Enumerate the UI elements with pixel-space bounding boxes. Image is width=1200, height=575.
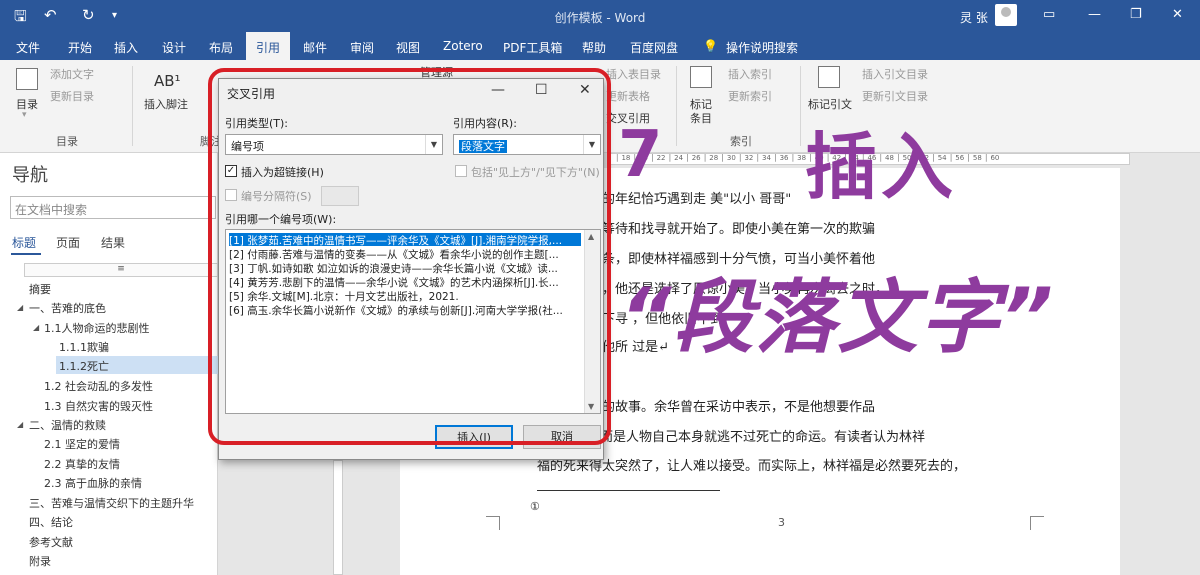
tab-mailings[interactable]: 邮件 [303, 39, 327, 56]
nav-tab-underline [11, 253, 41, 255]
nav-item[interactable]: 参考文献 [29, 534, 73, 550]
nav-item[interactable]: 2.3 高于血脉的亲情 [44, 475, 142, 491]
nav-item[interactable]: 一、苦难的底色 [29, 300, 106, 316]
collapse-triangle-icon[interactable]: ◢ [17, 303, 23, 312]
mark-citation-icon [818, 66, 840, 88]
ribbon-separator [676, 66, 677, 146]
update-toa-button[interactable]: 更新引文目录 [862, 88, 928, 104]
update-toc-button[interactable]: 更新目录 [50, 88, 94, 104]
doc-line: 而是人物自己本身就逃不过死亡的命运。有读者认为林祥 [600, 430, 926, 445]
crop-mark [1030, 516, 1044, 530]
tab-insert[interactable]: 插入 [114, 39, 138, 56]
restore-icon[interactable]: ❐ [1130, 7, 1142, 22]
nav-item[interactable]: 摘要 [29, 281, 51, 297]
close-icon[interactable]: ✕ [1172, 7, 1183, 22]
step-number: 7 [618, 118, 663, 192]
overlay-title-2: “段落文字” [620, 271, 1056, 364]
nav-item[interactable]: 1.1.1欺骗 [59, 339, 109, 355]
tab-file[interactable]: 文件 [16, 39, 40, 56]
collapse-handle[interactable]: ≡ [24, 263, 218, 277]
highlight-box [208, 68, 611, 445]
nav-item[interactable]: 三、苦难与温情交织下的主题升华 [29, 495, 194, 511]
ribbon-tabs: 文件 开始 插入 设计 布局 引用 邮件 审阅 视图 Zotero PDF工具箱… [0, 32, 1200, 60]
footnote-mark: ① [530, 500, 540, 513]
footnote-separator [537, 490, 720, 491]
tab-references[interactable]: 引用 [246, 32, 291, 60]
footnote-icon: AB¹ [154, 72, 181, 90]
ribbon-separator [800, 66, 801, 146]
nav-item[interactable]: 2.2 真挚的友情 [44, 456, 120, 472]
navigation-pane: 导航 在文档中搜索 标题 页面 结果 ≡ 摘要 ◢ 一、苦难的底色 ◢ 1.1人… [0, 153, 218, 575]
page-number: 3 [778, 516, 785, 529]
nav-item-selected[interactable]: 1.1.2死亡 [59, 358, 109, 374]
nav-item[interactable]: 二、温情的救赎 [29, 417, 106, 433]
nav-tab-headings[interactable]: 标题 [12, 234, 36, 251]
tab-home[interactable]: 开始 [68, 39, 92, 56]
mark-entry-icon [690, 66, 712, 88]
title-bar: 🖫 ↶ ↻ ▾ 创作模板 - Word 灵 张 ▭ — ❐ ✕ [0, 0, 1200, 32]
mark-entry-label: 条目 [690, 112, 712, 125]
tab-pdf-toolbox[interactable]: PDF工具箱 [503, 39, 562, 56]
avatar[interactable] [995, 4, 1017, 26]
insert-footnote-button[interactable]: 插入脚注 [144, 96, 188, 112]
nav-item[interactable]: 四、结论 [29, 514, 73, 530]
nav-title: 导航 [12, 165, 48, 186]
nav-tab-pages[interactable]: 页面 [56, 234, 80, 251]
index-group-label: 索引 [730, 135, 752, 148]
tab-design[interactable]: 设计 [162, 39, 186, 56]
nav-item[interactable]: 附录 [29, 553, 51, 569]
crop-mark [486, 516, 500, 530]
toc-group-label: 目录 [56, 135, 78, 148]
update-table-button[interactable]: 更新表格 [606, 88, 650, 104]
nav-search-input[interactable]: 在文档中搜索 [10, 196, 216, 219]
nav-item[interactable]: 1.2 社会动乱的多发性 [44, 378, 153, 394]
toc-button[interactable]: 目录 [16, 96, 38, 112]
nav-tab-results[interactable]: 结果 [101, 234, 125, 251]
chevron-down-icon: ▾ [22, 110, 27, 120]
toc-icon [16, 68, 38, 90]
lightbulb-icon: 💡 [703, 39, 718, 53]
tab-layout[interactable]: 布局 [209, 39, 233, 56]
update-index-button[interactable]: 更新索引 [728, 88, 772, 104]
tab-review[interactable]: 审阅 [350, 39, 374, 56]
user-name[interactable]: 灵 张 [960, 9, 988, 26]
tab-help[interactable]: 帮助 [582, 39, 606, 56]
tab-baidu-netdisk[interactable]: 百度网盘 [630, 39, 678, 56]
insert-table-of-figures-button[interactable]: 插入表目录 [606, 66, 661, 82]
collapse-triangle-icon[interactable]: ◢ [33, 323, 39, 332]
ribbon-separator [132, 66, 133, 146]
tab-view[interactable]: 视图 [396, 39, 420, 56]
add-text-button[interactable]: 添加文字 [50, 66, 94, 82]
insert-toa-button[interactable]: 插入引文目录 [862, 66, 928, 82]
collapse-triangle-icon[interactable]: ◢ [17, 420, 23, 429]
nav-item[interactable]: 1.3 自然灾害的毁灭性 [44, 398, 153, 414]
minimize-icon[interactable]: — [1088, 7, 1101, 22]
overlay-title-1: 插入 [805, 125, 958, 209]
tab-zotero[interactable]: Zotero [443, 39, 483, 53]
nav-item[interactable]: 2.1 坚定的爱情 [44, 436, 120, 452]
window-title: 创作模板 - Word [554, 11, 646, 25]
insert-index-button[interactable]: 插入索引 [728, 66, 772, 82]
tell-me-search[interactable]: 操作说明搜索 [726, 39, 798, 56]
nav-item[interactable]: 1.1人物命运的悲剧性 [44, 320, 150, 336]
ribbon-display-icon[interactable]: ▭ [1043, 7, 1055, 22]
vertical-ruler[interactable] [333, 460, 343, 575]
